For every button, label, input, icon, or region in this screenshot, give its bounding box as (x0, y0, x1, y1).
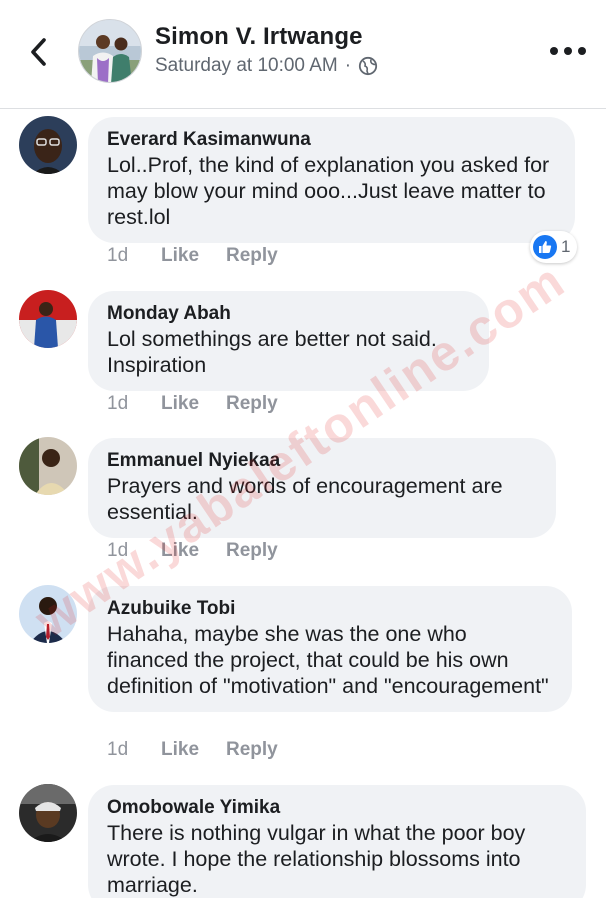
more-dots-icon (550, 47, 558, 55)
reply-button[interactable]: Reply (226, 245, 278, 267)
post-timestamp[interactable]: Saturday at 10:00 AM (155, 55, 338, 77)
more-options-button[interactable] (550, 40, 586, 62)
comment-text: Hahaha, maybe she was the one who financ… (107, 622, 549, 698)
comment-time[interactable]: 1d (107, 245, 161, 267)
like-button[interactable]: Like (161, 540, 226, 562)
commenter-avatar[interactable] (19, 290, 77, 348)
comment-author[interactable]: Omobowale Yimika (107, 796, 564, 820)
comment-author[interactable]: Everard Kasimanwuna (107, 128, 553, 152)
comment-actions: 1d Like Reply (107, 393, 278, 415)
post-meta: Saturday at 10:00 AM · (155, 55, 378, 77)
post-header: Simon V. Irtwange Saturday at 10:00 AM · (0, 0, 606, 109)
reaction-badge[interactable]: 1 (530, 231, 578, 263)
comment-time[interactable]: 1d (107, 393, 161, 415)
comment-actions: 1d Like Reply (107, 540, 278, 562)
comment-actions: 1d Like Reply (107, 245, 278, 267)
globe-icon (358, 56, 378, 76)
like-button[interactable]: Like (161, 739, 226, 761)
meta-separator: · (344, 55, 352, 76)
like-thumb-icon (533, 235, 557, 259)
commenter-avatar[interactable] (19, 116, 77, 174)
comment-actions: 1d Like Reply (107, 739, 278, 761)
chevron-left-icon (31, 38, 46, 66)
reaction-count: 1 (561, 237, 571, 256)
commenter-avatar[interactable] (19, 585, 77, 643)
commenter-avatar[interactable] (19, 784, 77, 842)
more-dot (578, 47, 586, 55)
post-author-name[interactable]: Simon V. Irtwange (155, 23, 363, 51)
comment-time[interactable]: 1d (107, 540, 161, 562)
reply-button[interactable]: Reply (226, 540, 278, 562)
comment-time[interactable]: 1d (107, 739, 161, 761)
comment-text: Lol somethings are better not said. Insp… (107, 327, 437, 377)
comment-bubble: Emmanuel Nyiekaa Prayers and words of en… (88, 438, 556, 538)
reply-button[interactable]: Reply (226, 393, 278, 415)
comment-text: Prayers and words of encouragement are e… (107, 474, 503, 524)
comment-text: There is nothing vulgar in what the poor… (107, 821, 526, 897)
reply-button[interactable]: Reply (226, 739, 278, 761)
post-author-avatar[interactable] (78, 19, 142, 83)
comment-bubble: Omobowale Yimika There is nothing vulgar… (88, 785, 586, 898)
comment-author[interactable]: Azubuike Tobi (107, 597, 550, 621)
more-dot (564, 47, 572, 55)
like-button[interactable]: Like (161, 245, 226, 267)
comment-bubble: Monday Abah Lol somethings are better no… (88, 291, 489, 391)
comment-text: Lol..Prof, the kind of explanation you a… (107, 153, 550, 229)
comment-bubble: Everard Kasimanwuna Lol..Prof, the kind … (88, 117, 575, 243)
commenter-avatar[interactable] (19, 437, 77, 495)
comment-bubble: Azubuike Tobi Hahaha, maybe she was the … (88, 586, 572, 712)
comment-author[interactable]: Monday Abah (107, 302, 467, 326)
like-button[interactable]: Like (161, 393, 226, 415)
comment-author[interactable]: Emmanuel Nyiekaa (107, 449, 534, 473)
back-button[interactable] (22, 34, 54, 70)
